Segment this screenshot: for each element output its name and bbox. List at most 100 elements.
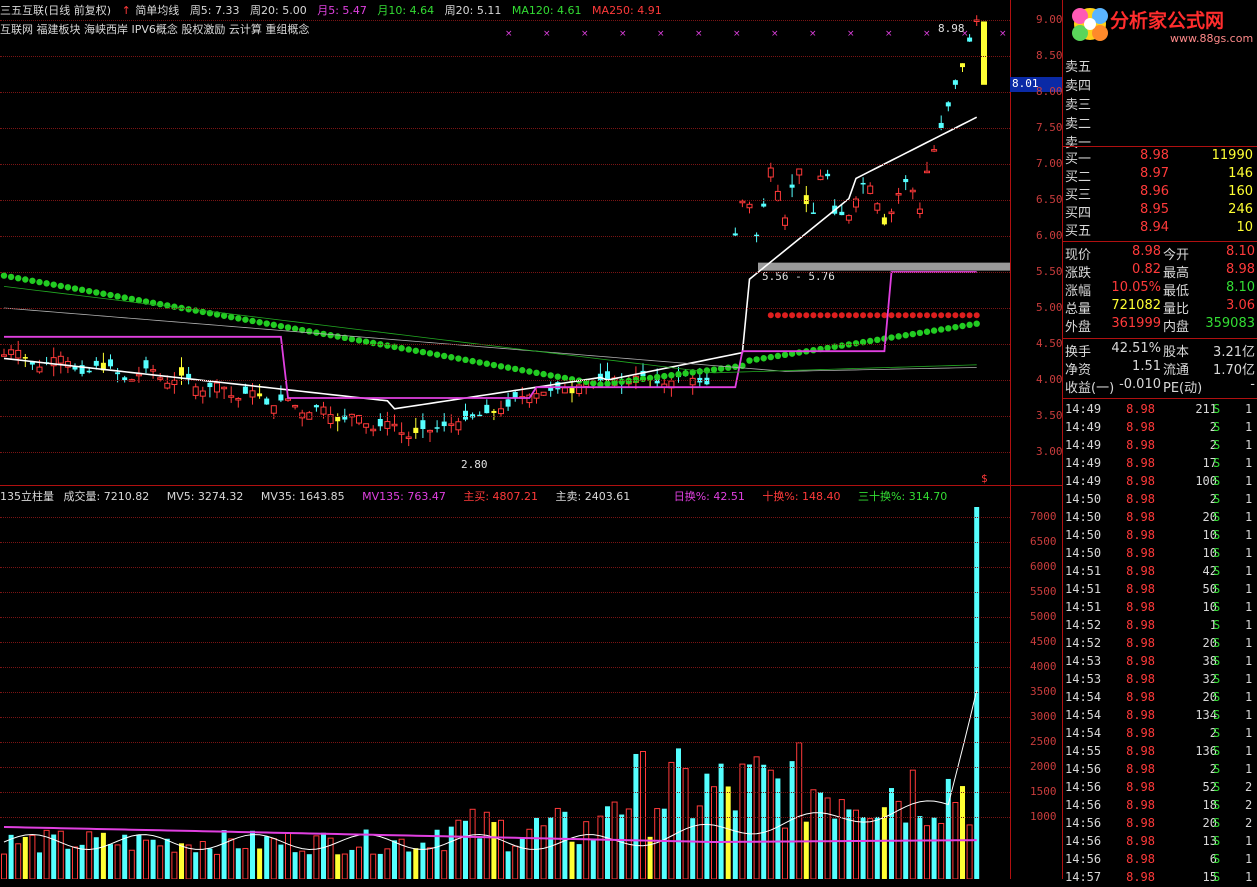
ma120-dot: [64, 284, 72, 291]
volume-tick-label: 6500: [1030, 535, 1057, 548]
vol-indicator-name: 135立柱量: [0, 490, 54, 503]
ma120-dot: [284, 324, 292, 331]
volume-bar: [938, 822, 945, 880]
volume-bar: [51, 834, 57, 879]
tick-time: 14:51: [1065, 564, 1102, 578]
tick-price: 8.98: [1126, 708, 1155, 722]
volume-bar: [654, 808, 661, 880]
candle-body: [704, 377, 710, 385]
tick-volume: 20: [1202, 636, 1217, 650]
tick-side: S: [1213, 564, 1221, 578]
tick-time: 14:50: [1065, 528, 1102, 542]
ma120-dot: [36, 278, 43, 286]
volume-bar: [661, 808, 667, 879]
fund-divider: [1063, 338, 1257, 339]
quote-value: 8.98: [1226, 262, 1255, 277]
tick-side: S: [1213, 798, 1221, 812]
tick-row: 14:49 8.98 2 S 1: [1063, 437, 1257, 455]
ma250-dot: [888, 312, 895, 319]
price-tick-label: 8.50: [1036, 49, 1063, 62]
ma120-dot: [519, 367, 526, 374]
tick-price: 8.98: [1126, 744, 1155, 758]
ma250-dot: [803, 312, 810, 319]
volume-bar: [349, 849, 355, 879]
volume-bar: [463, 820, 468, 879]
candle-body: [192, 386, 199, 396]
volume-chart[interactable]: [0, 486, 1010, 880]
candle-body: [767, 167, 774, 178]
volume-tick-label: 1500: [1030, 785, 1057, 798]
tick-count: 1: [1245, 546, 1253, 560]
volume-bar: [682, 768, 689, 880]
candle-body: [533, 393, 540, 399]
volume-gridline: [0, 542, 1010, 543]
volume-bar: [57, 830, 64, 880]
ma120-dot: [540, 370, 547, 378]
x-marker: ×: [505, 29, 513, 39]
volume-tick-label: 2500: [1030, 735, 1057, 748]
candle-body: [214, 382, 220, 393]
volume-bar: [725, 786, 731, 879]
candle-body: [441, 421, 447, 427]
quote-label: 涨跌: [1065, 266, 1092, 281]
volume-bar: [413, 848, 419, 879]
tick-price: 8.98: [1126, 492, 1155, 506]
sell-label: 卖二: [1065, 117, 1092, 132]
ma250-dot: [938, 312, 945, 319]
sell-label: 卖五: [1065, 60, 1092, 75]
tick-price: 8.98: [1126, 816, 1155, 830]
volume-bar: [732, 810, 738, 879]
ma120-dot: [902, 332, 909, 339]
quote-value: 359083: [1205, 316, 1255, 331]
ma120-dot: [398, 344, 405, 352]
candle-body: [135, 373, 142, 377]
buy-label: 买四: [1065, 206, 1092, 221]
tick-row: 14:57 8.98 15 S 1: [1063, 869, 1257, 887]
volume-bar: [767, 769, 774, 880]
tick-time: 14:56: [1065, 852, 1102, 866]
volume-bar: [341, 853, 348, 880]
mv5-line: [3, 690, 978, 850]
volume-bar: [29, 834, 36, 880]
buy-row: 买二 8.97 146: [1063, 166, 1257, 185]
tick-count: 2: [1245, 780, 1253, 794]
ma120-dot: [916, 329, 924, 337]
volume-bar: [704, 773, 710, 879]
kline-chart[interactable]: × × × × × × × × × × × × × ×: [0, 0, 1010, 484]
candle-body: [398, 432, 405, 435]
volume-bar: [909, 769, 916, 880]
volume-bar: [590, 838, 596, 879]
ma120-dot: [512, 365, 519, 373]
volume-tick-label: 1000: [1030, 810, 1057, 823]
fund-label: 净资: [1065, 363, 1092, 378]
volume-bar: [384, 848, 391, 880]
ma120-dot: [348, 335, 356, 343]
tick-side: S: [1213, 870, 1221, 884]
volume-bar: [313, 835, 320, 880]
x-marker: ×: [657, 29, 665, 39]
candle-body: [363, 423, 370, 428]
ma120-dot: [313, 329, 320, 336]
volume-bar: [498, 819, 504, 880]
volume-bar: [122, 834, 128, 879]
tick-count: 1: [1245, 708, 1253, 722]
ma120-dot: [810, 346, 817, 354]
tick-count: 1: [1245, 402, 1253, 416]
price-gridline: [0, 272, 1010, 273]
candle-body: [895, 192, 902, 196]
candle-body: [420, 420, 426, 430]
ma120-dot: [682, 370, 689, 377]
volume-gridline: [0, 692, 1010, 693]
candle-body: [257, 393, 263, 397]
volume-bar: [72, 846, 78, 880]
price-gridline: [0, 128, 1010, 129]
volume-bar: [306, 854, 312, 879]
volume-bar: [392, 840, 397, 879]
volume-bar: [100, 832, 106, 879]
ma120-dot: [57, 282, 64, 290]
tick-count: 1: [1245, 564, 1253, 578]
volume-bar: [782, 827, 788, 880]
candle-body: [427, 429, 433, 433]
ma120-dot: [796, 349, 803, 356]
tick-time: 14:49: [1065, 474, 1102, 488]
